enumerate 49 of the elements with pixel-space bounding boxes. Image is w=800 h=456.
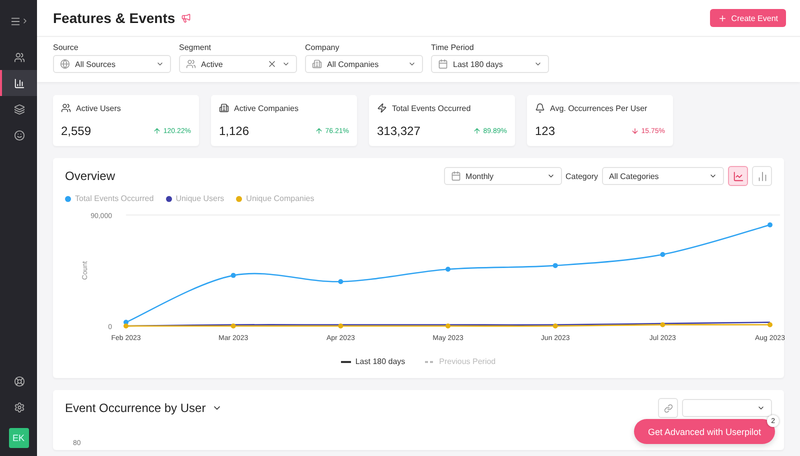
lightning-icon (377, 103, 387, 113)
bar-chart-icon[interactable] (0, 70, 37, 96)
clear-icon[interactable] (267, 59, 277, 69)
metric-label: Active Companies (234, 104, 298, 112)
category-select[interactable]: All Categories (602, 167, 724, 185)
metric-value: 313,327 (377, 124, 420, 138)
users-icon (186, 59, 196, 69)
caret-icon (282, 60, 290, 68)
metric-value: 2,559 (61, 124, 92, 138)
line-chart-button[interactable] (728, 166, 748, 186)
line-chart-icon (732, 170, 744, 182)
caret-icon (534, 60, 542, 68)
caret-icon (408, 60, 416, 68)
filter-label: Time Period (431, 43, 475, 52)
bar-chart-button[interactable] (752, 166, 772, 186)
filter-label: Source (53, 43, 80, 52)
section-title: Overview (65, 169, 116, 183)
metric-label: Total Events Occurred (392, 104, 471, 112)
caret-icon (546, 172, 555, 180)
calendar-icon (438, 59, 448, 69)
interval-select[interactable]: Monthly (444, 167, 562, 185)
users-icon (61, 103, 71, 113)
metric-value: 1,126 (219, 124, 250, 138)
filter-select[interactable]: All Companies (305, 55, 423, 73)
globe-icon (60, 59, 70, 69)
filter-label: Company (305, 43, 340, 52)
bar-chart-icon (756, 170, 768, 182)
metric-label: Avg. Occurrences Per User (550, 104, 648, 112)
megaphone-icon (181, 13, 192, 23)
page-title: Features & Events (53, 10, 176, 26)
building-icon (219, 103, 229, 113)
caret-icon (156, 60, 164, 68)
caret-icon (757, 404, 765, 412)
filter-select[interactable]: Active (179, 55, 297, 73)
building-icon (312, 59, 322, 69)
link-button[interactable] (658, 398, 678, 418)
category-label: Category (566, 172, 598, 180)
filter-label: Segment (179, 43, 212, 52)
filter-select[interactable]: All Sources (53, 55, 171, 73)
calendar-icon (450, 171, 461, 181)
link-icon (664, 404, 672, 412)
bell-icon (535, 103, 545, 113)
caret-icon (709, 172, 717, 180)
metric-label: Active Users (76, 104, 121, 112)
metric-value: 123 (535, 124, 556, 138)
filter-select[interactable]: Last 180 days (431, 55, 549, 73)
section-title: Event Occurrence by User (65, 401, 206, 415)
legend-item[interactable]: Last 180 days (341, 357, 406, 366)
plus-icon (718, 14, 728, 22)
